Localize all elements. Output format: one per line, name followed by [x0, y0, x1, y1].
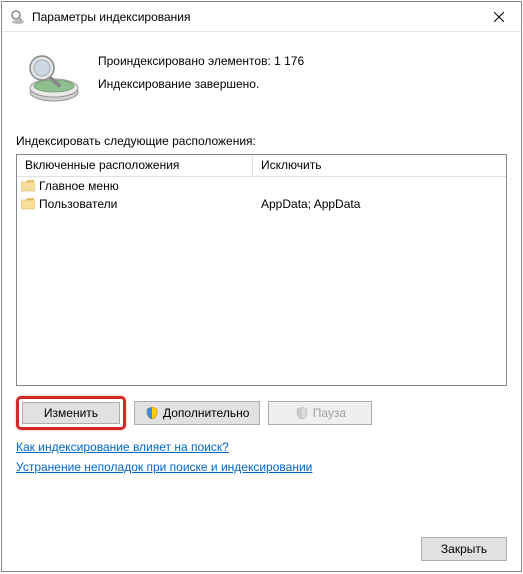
locations-label: Индексировать следующие расположения: [16, 134, 507, 148]
column-excluded[interactable]: Исключить [253, 155, 506, 176]
help-link-troubleshoot[interactable]: Устранение неполадок при поиске и индекс… [16, 460, 312, 474]
pause-button: Пауза [268, 401, 372, 425]
shield-icon [145, 406, 159, 420]
close-dialog-button[interactable]: Закрыть [421, 537, 507, 561]
pause-label: Пауза [313, 406, 346, 420]
close-button[interactable] [476, 2, 521, 31]
row-included-label: Главное меню [39, 179, 119, 193]
indexed-count: Проиндексировано элементов: 1 176 [98, 50, 304, 73]
highlight-annotation: Изменить [16, 396, 126, 430]
button-row: Изменить Дополнительно Пауза [16, 396, 507, 430]
advanced-label: Дополнительно [163, 406, 249, 420]
status-section: Проиндексировано элементов: 1 176 Индекс… [16, 44, 507, 124]
modify-button[interactable]: Изменить [22, 402, 120, 424]
list-row[interactable]: Главное меню [17, 177, 506, 195]
list-row[interactable]: Пользователи AppData; AppData [17, 195, 506, 213]
indexing-options-window: Параметры индексирования Проиндек [1, 1, 522, 572]
content-area: Проиндексировано элементов: 1 176 Индекс… [2, 32, 521, 486]
app-icon [10, 9, 26, 25]
list-header: Включенные расположения Исключить [17, 155, 506, 177]
folder-icon [21, 180, 35, 192]
folder-icon [21, 198, 35, 210]
status-text: Проиндексировано элементов: 1 176 Индекс… [98, 48, 304, 96]
help-link-search[interactable]: Как индексирование влияет на поиск? [16, 440, 229, 454]
list-body: Главное меню Пользователи AppData; AppDa… [17, 177, 506, 385]
column-included[interactable]: Включенные расположения [17, 155, 253, 176]
indexing-icon [24, 48, 82, 106]
advanced-button[interactable]: Дополнительно [134, 401, 260, 425]
shield-icon [295, 406, 309, 420]
indexing-state: Индексирование завершено. [98, 73, 304, 96]
window-title: Параметры индексирования [32, 10, 476, 24]
help-links: Как индексирование влияет на поиск? Устр… [16, 440, 507, 474]
locations-listbox[interactable]: Включенные расположения Исключить Главно… [16, 154, 507, 386]
row-excluded-label: AppData; AppData [253, 197, 506, 211]
row-included-label: Пользователи [39, 197, 117, 211]
footer: Закрыть [421, 537, 507, 561]
titlebar: Параметры индексирования [2, 2, 521, 32]
